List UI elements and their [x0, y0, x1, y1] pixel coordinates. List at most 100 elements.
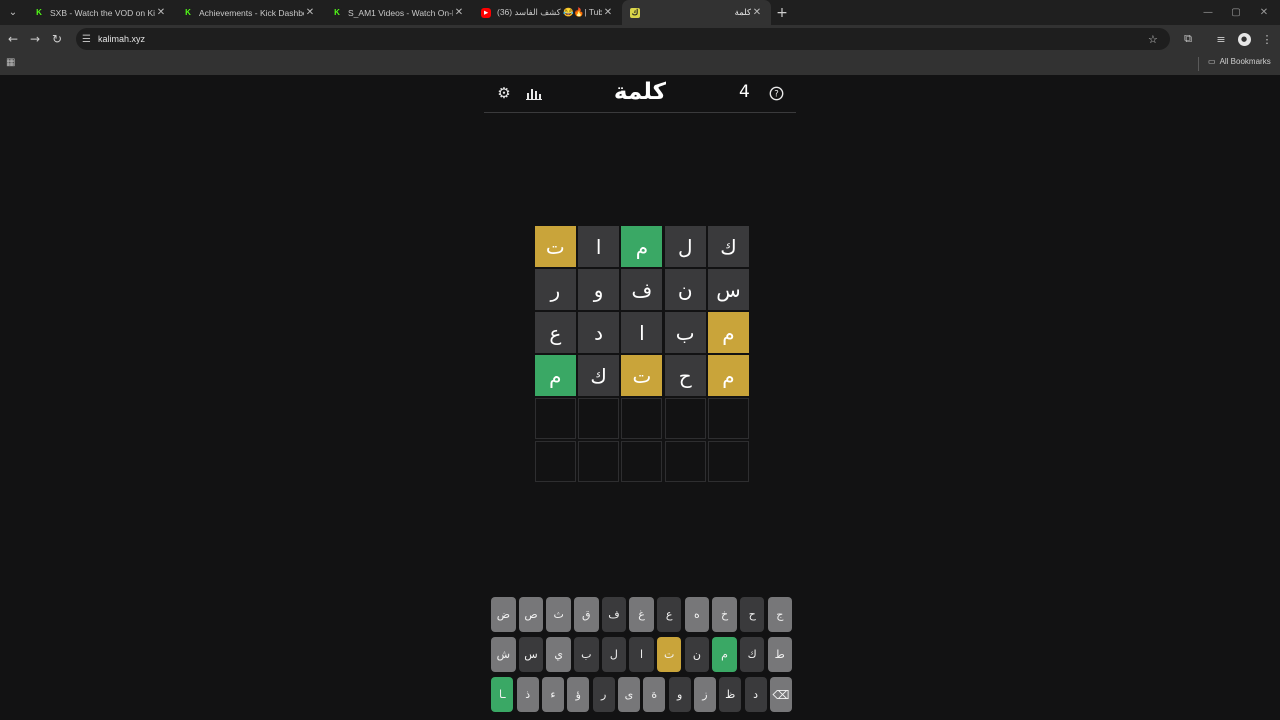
maximize-button[interactable]: ▢: [1222, 0, 1250, 25]
letter-tile: [708, 441, 749, 482]
apps-grid-icon[interactable]: ▦: [6, 57, 15, 68]
close-tab-icon[interactable]: ✕: [304, 7, 316, 18]
tab-search-button[interactable]: ⌄: [0, 0, 26, 25]
keyboard-key[interactable]: ذ: [516, 677, 539, 712]
keyboard-row: جحخهعغفقثصض: [488, 597, 792, 632]
keyboard-key[interactable]: ت: [656, 637, 682, 672]
minimize-button[interactable]: —: [1194, 0, 1222, 25]
extensions-icon[interactable]: ⧉: [1177, 25, 1199, 53]
statistics-chart-icon[interactable]: [524, 83, 544, 103]
forward-button[interactable]: →: [24, 25, 46, 53]
site-info-icon[interactable]: ☰: [82, 34, 98, 45]
keyboard-key[interactable]: ث: [546, 597, 571, 632]
letter-tile: م: [708, 312, 749, 353]
keyboard-row: طكمنتالبيسش: [488, 637, 792, 672]
game-header: ⚙ كلمة 4 ?: [484, 75, 796, 113]
letter-tile: ت: [534, 226, 576, 267]
close-tab-icon[interactable]: ✕: [751, 7, 763, 18]
help-icon[interactable]: ?: [766, 83, 786, 103]
keyboard-key[interactable]: ح: [739, 597, 765, 632]
profile-avatar[interactable]: ●: [1233, 25, 1255, 53]
letter-tile: و: [578, 269, 620, 310]
browser-tab[interactable]: K SXB - Watch the VOD on Kick ✕: [26, 0, 175, 25]
keyboard-key[interactable]: ى: [617, 677, 641, 712]
keyboard-key[interactable]: ش: [491, 637, 516, 672]
keyboard-key[interactable]: ق: [574, 597, 599, 632]
enter-key[interactable]: ـا: [491, 677, 514, 712]
settings-gear-icon[interactable]: ⚙: [494, 83, 514, 103]
keyboard-key[interactable]: ز: [693, 677, 717, 712]
kalimah-logo-icon: ك: [630, 7, 640, 18]
keyboard-key[interactable]: و: [668, 677, 691, 712]
bookmarks-divider: [1198, 57, 1199, 71]
letter-tile: ع: [534, 312, 576, 353]
browser-tab[interactable]: K S_AM1 Videos - Watch On-Dem✕: [324, 0, 473, 25]
all-bookmarks-button[interactable]: ▭ All Bookmarks: [1208, 57, 1271, 66]
browser-tab[interactable]: ك كلمة ✕: [622, 0, 771, 25]
keyboard-key[interactable]: ب: [574, 637, 599, 672]
letter-tile: [578, 441, 620, 482]
backspace-key[interactable]: ⌫: [769, 677, 792, 712]
letter-tile: [534, 441, 576, 482]
tab-title: Achievements - Kick Dashboard: [199, 7, 304, 18]
keyboard-key[interactable]: س: [518, 637, 544, 672]
keyboard-key[interactable]: ض: [491, 597, 516, 632]
media-control-icon[interactable]: ≡: [1210, 25, 1232, 53]
keyboard-key[interactable]: ع: [656, 597, 682, 632]
keyboard-key[interactable]: ج: [767, 597, 792, 632]
url-text[interactable]: kalimah.xyz: [98, 34, 1148, 44]
letter-tile: ك: [708, 226, 749, 267]
keyboard-key[interactable]: ل: [601, 637, 627, 672]
keyboard-key[interactable]: ف: [601, 597, 627, 632]
keyboard-key[interactable]: ي: [546, 637, 571, 672]
browser-tab-bar: ⌄ K SXB - Watch the VOD on Kick ✕ K Achievem…: [0, 0, 1280, 25]
keyboard-key[interactable]: ن: [684, 637, 710, 672]
tab-list: K SXB - Watch the VOD on Kick ✕ K Achievemen…: [26, 0, 771, 25]
letter-tile: ب: [664, 312, 706, 353]
keyboard-key[interactable]: م: [712, 637, 737, 672]
letter-tile: ح: [664, 355, 706, 396]
folder-icon: ▭: [1208, 57, 1216, 66]
close-window-button[interactable]: ✕: [1250, 0, 1278, 25]
keyboard-key[interactable]: ه: [684, 597, 710, 632]
tab-title: (36) كشف الفاسد 😂🔥| Tube -: [497, 7, 602, 17]
help-circle-glyph: ?: [769, 86, 783, 100]
board-row: مبادع: [531, 312, 749, 353]
youtube-logo-icon: ▶: [481, 7, 491, 18]
browser-tab[interactable]: ▶ (36) كشف الفاسد 😂🔥| Tube -✕: [473, 0, 622, 25]
all-bookmarks-label: All Bookmarks: [1219, 57, 1271, 66]
tab-title: SXB - Watch the VOD on Kick: [50, 7, 155, 18]
keyboard-key[interactable]: ظ: [719, 677, 742, 712]
close-tab-icon[interactable]: ✕: [602, 7, 614, 18]
new-tab-button[interactable]: +: [771, 5, 793, 21]
browser-menu-icon[interactable]: ⋮: [1256, 25, 1278, 53]
keyboard-key[interactable]: ك: [739, 637, 765, 672]
keyboard-key[interactable]: ط: [767, 637, 792, 672]
svg-text:?: ?: [774, 89, 779, 99]
keyboard-key[interactable]: ر: [592, 677, 615, 712]
close-tab-icon[interactable]: ✕: [453, 7, 465, 18]
keyboard-key[interactable]: ة: [643, 677, 666, 712]
address-bar[interactable]: ☰ kalimah.xyz ☆: [76, 28, 1170, 50]
keyboard-key[interactable]: ا: [629, 637, 654, 672]
letter-tile: [708, 398, 749, 439]
close-tab-icon[interactable]: ✕: [155, 7, 167, 18]
board-row: [531, 398, 749, 439]
browser-tab[interactable]: K Achievements - Kick Dashboard✕: [175, 0, 324, 25]
reload-button[interactable]: ↻: [46, 25, 68, 53]
keyboard-key[interactable]: ص: [518, 597, 544, 632]
letter-tile: ا: [578, 226, 620, 267]
tab-title: S_AM1 Videos - Watch On-Dem: [348, 7, 453, 18]
keyboard-key[interactable]: د: [744, 677, 767, 712]
browser-toolbar: ← → ↻ ☰ kalimah.xyz ☆: [0, 25, 1280, 53]
back-button[interactable]: ←: [2, 25, 24, 53]
bar-chart-glyph: [526, 89, 542, 100]
letter-tile: ك: [578, 355, 620, 396]
board-row: محتكم: [531, 355, 749, 396]
keyboard-key[interactable]: غ: [629, 597, 654, 632]
keyboard-key[interactable]: خ: [712, 597, 737, 632]
keyboard-key[interactable]: ؤ: [567, 677, 590, 712]
bookmark-star-icon[interactable]: ☆: [1148, 33, 1170, 46]
letter-tile: ت: [621, 355, 663, 396]
keyboard-key[interactable]: ء: [541, 677, 565, 712]
